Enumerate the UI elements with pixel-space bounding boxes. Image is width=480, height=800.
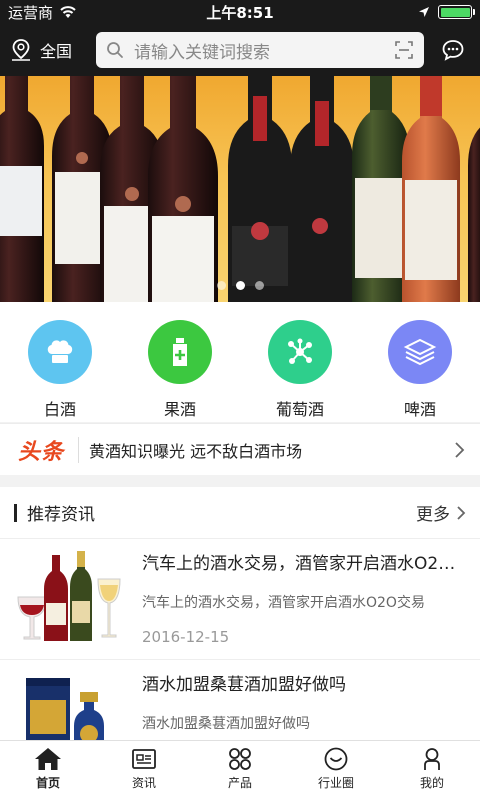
molecule-icon xyxy=(288,338,312,364)
tab-industry-circle[interactable]: 行业圈 xyxy=(288,741,384,800)
headline-ticker[interactable]: 头条 黄酒知识曝光 远不敌白酒市场 xyxy=(0,423,480,475)
chevron-right-icon xyxy=(455,441,465,458)
category-icon-circle xyxy=(268,320,332,384)
section-title: 推荐资讯 xyxy=(27,505,95,525)
banner-carousel[interactable] xyxy=(0,76,480,302)
search-icon xyxy=(107,42,123,58)
divider xyxy=(78,436,80,463)
news-icon xyxy=(132,749,156,769)
category-pijiu[interactable]: 啤酒 xyxy=(360,302,480,422)
tab-label: 产品 xyxy=(227,776,252,790)
search-input[interactable]: 请输入关键词搜索 xyxy=(134,38,384,63)
carousel-dot[interactable] xyxy=(235,281,245,290)
carousel-dot[interactable] xyxy=(216,281,226,290)
news-item[interactable]: 汽车上的酒水交易，酒管家开启酒水O2O交易 汽车上的酒水交易，酒管家开启酒水O2… xyxy=(0,539,480,660)
category-label: 白酒 xyxy=(43,400,76,419)
tab-products[interactable]: 产品 xyxy=(192,741,288,800)
location-arrow-icon xyxy=(419,7,429,17)
news-date: 2016-12-15 xyxy=(142,628,230,646)
tab-home[interactable]: 首页 xyxy=(0,741,96,800)
tab-label: 我的 xyxy=(419,776,444,790)
news-title: 酒水加盟桑葚酒加盟好做吗 xyxy=(142,675,346,695)
category-icon-circle xyxy=(388,320,452,384)
battery-icon xyxy=(438,5,475,19)
bottom-tab-bar: 首页 资讯 产品 行业圈 我的 xyxy=(0,740,480,800)
recommended-news-section: 推荐资讯 更多 汽车上的酒水交易，酒管家开启酒水O2O交易 汽车上的酒水交易，酒… xyxy=(0,487,480,740)
news-thumbnail xyxy=(10,547,128,647)
category-row: 白酒 果酒 葡萄酒 啤酒 xyxy=(0,302,480,422)
more-link[interactable]: 更多 xyxy=(416,500,466,525)
tab-label: 行业圈 xyxy=(317,776,354,790)
category-label: 葡萄酒 xyxy=(275,400,324,419)
grid-icon xyxy=(229,748,251,770)
category-icon-circle xyxy=(28,320,92,384)
top-header: 全国 请输入关键词搜索 xyxy=(0,24,480,76)
battery-level xyxy=(440,7,470,17)
scan-icon[interactable] xyxy=(394,40,414,60)
smile-circle-icon xyxy=(324,747,348,771)
location-pin-icon xyxy=(12,39,30,61)
search-bar[interactable]: 请输入关键词搜索 xyxy=(96,32,424,68)
carousel-indicator xyxy=(0,281,480,290)
headline-text[interactable]: 黄酒知识曝光 远不敌白酒市场 xyxy=(89,438,454,462)
chevron-right-icon xyxy=(457,505,466,520)
chef-hat-icon xyxy=(47,340,73,363)
wine-bottles-image xyxy=(0,76,480,302)
status-bar: 运营商 上午8:51 xyxy=(0,0,480,24)
tab-label: 资讯 xyxy=(131,776,156,790)
more-label: 更多 xyxy=(416,505,450,525)
location-label: 全国 xyxy=(40,42,73,61)
news-description: 酒水加盟桑葚酒加盟好做吗 xyxy=(142,716,310,732)
tab-label: 首页 xyxy=(35,776,60,790)
category-baijiu[interactable]: 白酒 xyxy=(0,302,120,422)
category-guojiu[interactable]: 果酒 xyxy=(120,302,240,422)
category-label: 果酒 xyxy=(163,400,196,419)
wifi-icon xyxy=(60,6,76,18)
news-description: 汽车上的酒水交易，酒管家开启酒水O2O交易 xyxy=(142,595,425,611)
wine-bottles-thumbnail-image xyxy=(17,551,121,641)
section-header: 推荐资讯 更多 xyxy=(0,487,480,539)
person-icon xyxy=(424,748,440,770)
chat-bubble-icon xyxy=(442,40,464,61)
location-selector[interactable]: 全国 xyxy=(10,38,96,62)
news-thumbnail xyxy=(10,668,128,740)
tab-profile[interactable]: 我的 xyxy=(384,741,480,800)
bottle-plus-icon xyxy=(173,338,187,366)
carrier-label: 运营商 xyxy=(8,3,54,22)
liquor-box-thumbnail-image xyxy=(26,678,104,740)
category-label: 啤酒 xyxy=(403,400,436,419)
news-item[interactable]: 酒水加盟桑葚酒加盟好做吗 酒水加盟桑葚酒加盟好做吗 xyxy=(0,660,480,740)
category-icon-circle xyxy=(148,320,212,384)
message-button[interactable] xyxy=(436,33,470,67)
news-title: 汽车上的酒水交易，酒管家开启酒水O2O交易 xyxy=(142,554,466,574)
category-putaojiu[interactable]: 葡萄酒 xyxy=(240,302,360,422)
carousel-dot[interactable] xyxy=(254,281,264,290)
section-accent-bar xyxy=(14,503,17,522)
tab-news[interactable]: 资讯 xyxy=(96,741,192,800)
home-icon xyxy=(35,748,61,770)
headline-badge: 头条 xyxy=(18,439,65,465)
layers-icon xyxy=(403,338,437,366)
